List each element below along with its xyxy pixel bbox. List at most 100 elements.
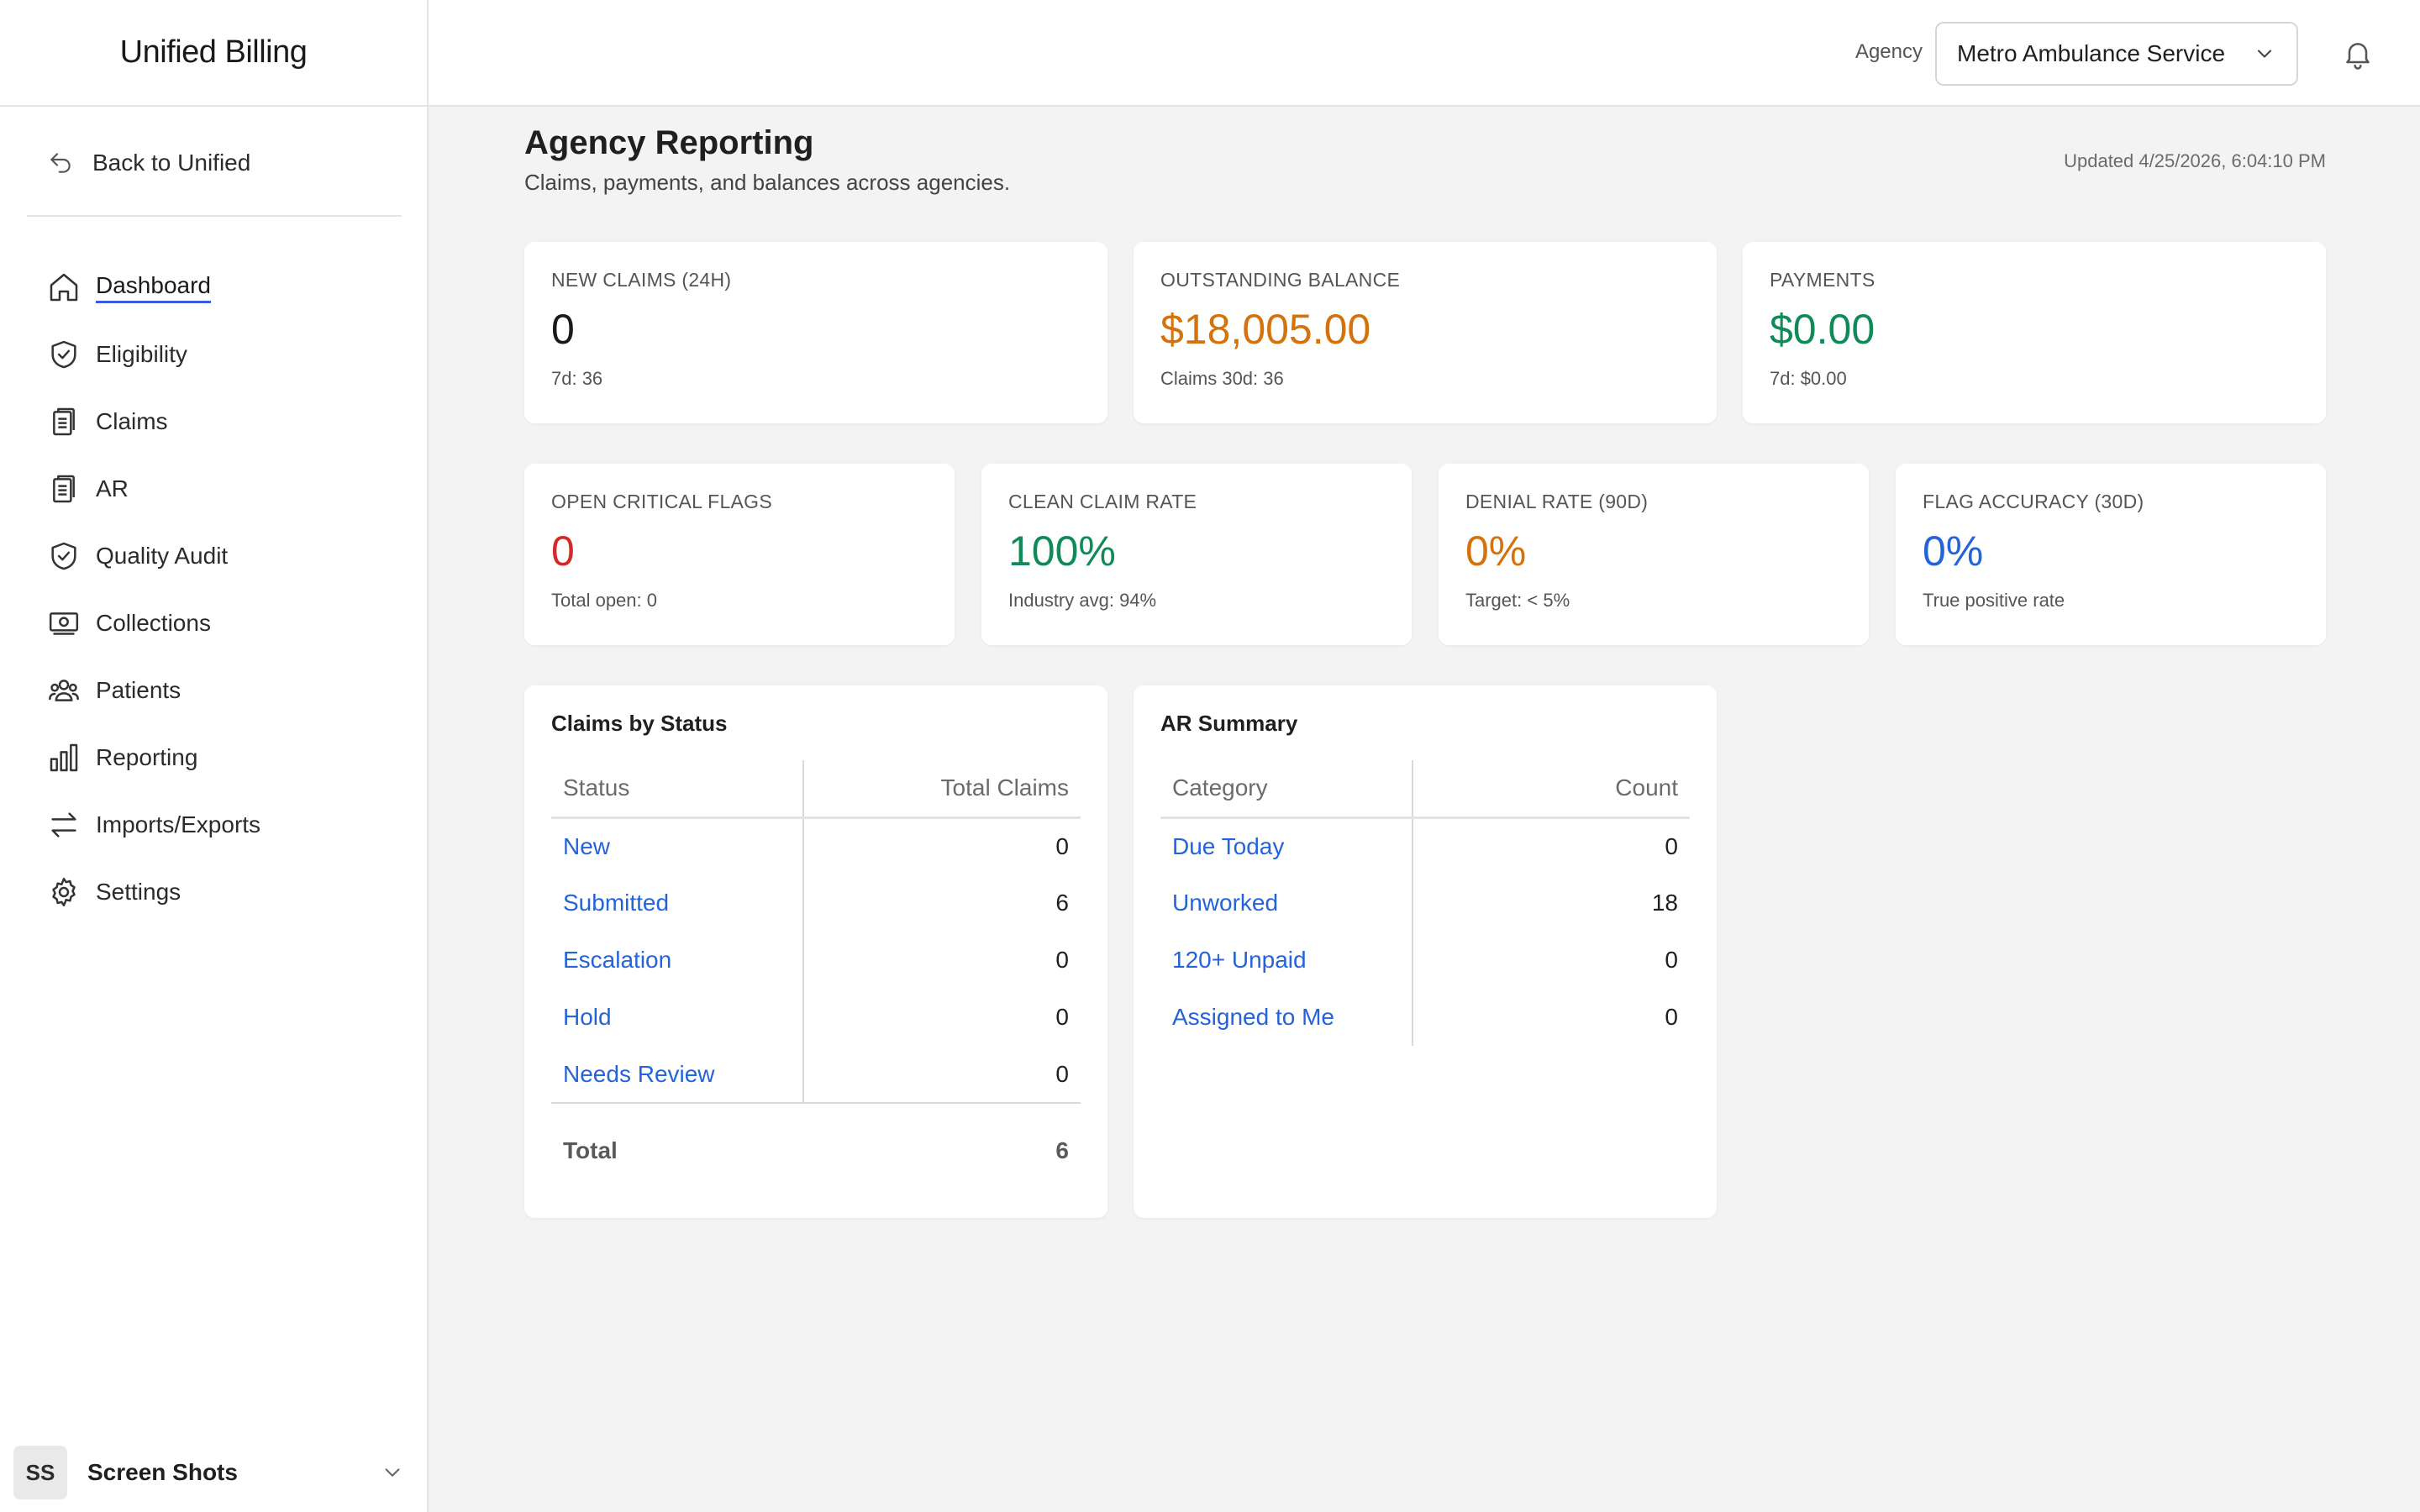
table-row: Escalation 0 bbox=[551, 932, 1081, 989]
money-icon bbox=[49, 612, 79, 635]
table-row: Assigned to Me 0 bbox=[1160, 989, 1690, 1046]
status-link-new[interactable]: New bbox=[551, 817, 804, 874]
kpi-card-payments: Payments $0.00 7d: $0.00 bbox=[1743, 242, 2326, 423]
kpi-card-flag-accuracy: Flag Accuracy (30d) 0% True positive rat… bbox=[1896, 464, 2326, 645]
status-link-escalation[interactable]: Escalation bbox=[551, 932, 804, 989]
sidebar-item-label: Imports/Exports bbox=[96, 811, 261, 837]
page-title: Agency Reporting bbox=[524, 124, 814, 161]
status-link-hold[interactable]: Hold bbox=[551, 989, 804, 1046]
table-row: Unworked 18 bbox=[1160, 874, 1690, 932]
agency-select[interactable]: Metro Ambulance Service bbox=[1935, 22, 2298, 86]
kpi-label: Denial Rate (90d) bbox=[1465, 491, 1649, 512]
ar-summary-table: Category Count Due Today 0 Unworked 18 1… bbox=[1160, 760, 1690, 1046]
kpi-value: 0% bbox=[1923, 528, 1984, 575]
kpi-value: $0.00 bbox=[1770, 306, 1876, 353]
sidebar-item-settings[interactable]: Settings bbox=[47, 858, 260, 926]
sidebar-item-quality-audit[interactable]: Quality Audit bbox=[47, 522, 260, 590]
total-label: Total bbox=[551, 1102, 803, 1185]
kpi-value: $18,005.00 bbox=[1160, 306, 1371, 353]
sidebar-item-eligibility[interactable]: Eligibility bbox=[47, 321, 260, 388]
claims-by-status-title: Claims by Status bbox=[551, 711, 728, 736]
ar-link-unworked[interactable]: Unworked bbox=[1160, 874, 1413, 932]
sidebar-item-ar[interactable]: AR bbox=[47, 455, 260, 522]
table-header-row: Status Total Claims bbox=[551, 760, 1081, 819]
kpi-value: 100% bbox=[1008, 528, 1116, 575]
ar-count: 18 bbox=[1651, 890, 1678, 916]
status-count: 0 bbox=[1055, 832, 1069, 859]
ar-link-due-today[interactable]: Due Today bbox=[1160, 817, 1413, 874]
sidebar-item-imports-exports[interactable]: Imports/Exports bbox=[47, 791, 260, 858]
kpi-subtext: Claims 30d: 36 bbox=[1160, 368, 1284, 389]
table-row: Due Today 0 bbox=[1160, 817, 1690, 874]
page-subtitle: Claims, payments, and balances across ag… bbox=[524, 170, 1011, 195]
column-header-count: Count bbox=[1413, 760, 1690, 819]
ar-link-120-unpaid[interactable]: 120+ Unpaid bbox=[1160, 932, 1413, 989]
table-total-row: Total 6 bbox=[551, 1102, 1081, 1185]
status-link-submitted[interactable]: Submitted bbox=[551, 874, 804, 932]
ar-summary-title: AR Summary bbox=[1160, 711, 1298, 736]
sidebar-item-label: Dashboard bbox=[96, 272, 211, 303]
kpi-subtext: True positive rate bbox=[1923, 590, 2065, 611]
sidebar-divider bbox=[27, 215, 402, 217]
clipboard-icon bbox=[53, 475, 75, 503]
sidebar-item-label: Eligibility bbox=[96, 341, 187, 367]
kpi-subtext: Total open: 0 bbox=[551, 590, 657, 611]
topbar: Agency Metro Ambulance Service bbox=[429, 0, 2420, 107]
back-arrow-icon bbox=[50, 153, 71, 173]
bar-chart-icon bbox=[50, 743, 78, 772]
chevron-down-icon bbox=[2257, 50, 2272, 58]
kpi-subtext: Target: < 5% bbox=[1465, 590, 1570, 611]
users-icon bbox=[49, 680, 79, 701]
sidebar-item-collections[interactable]: Collections bbox=[47, 590, 260, 657]
sidebar-nav: Dashboard Eligibility Claims AR Quality … bbox=[47, 254, 260, 926]
column-header-status: Status bbox=[551, 760, 804, 819]
kpi-label: Outstanding Balance bbox=[1160, 269, 1401, 291]
home-icon bbox=[50, 273, 78, 302]
kpi-card-open-critical-flags: Open Critical Flags 0 Total open: 0 bbox=[524, 464, 955, 645]
kpi-card-outstanding-balance: Outstanding Balance $18,005.00 Claims 30… bbox=[1134, 242, 1717, 423]
kpi-label: Flag Accuracy (30d) bbox=[1923, 491, 2144, 512]
table-row: 120+ Unpaid 0 bbox=[1160, 932, 1690, 989]
sidebar-item-label: Collections bbox=[96, 610, 211, 636]
sidebar-item-claims[interactable]: Claims bbox=[47, 388, 260, 455]
sidebar-item-label: Quality Audit bbox=[96, 543, 229, 569]
ar-count: 0 bbox=[1665, 1004, 1678, 1030]
sidebar-item-label: Patients bbox=[96, 677, 182, 703]
sidebar-item-patients[interactable]: Patients bbox=[47, 657, 260, 724]
column-header-total-claims: Total Claims bbox=[803, 760, 1081, 819]
ar-count: 0 bbox=[1665, 832, 1678, 859]
bell-icon[interactable] bbox=[2341, 37, 2375, 71]
arrows-swap-icon bbox=[51, 812, 76, 837]
kpi-value: 0% bbox=[1465, 528, 1527, 575]
kpi-label: Clean Claim Rate bbox=[1008, 491, 1197, 512]
updated-timestamp: Updated 4/25/2026, 6:04:10 PM bbox=[2064, 150, 2326, 171]
ar-summary-card: AR Summary Category Count Due Today 0 Un… bbox=[1134, 685, 1717, 1218]
sidebar-item-label: Reporting bbox=[96, 744, 198, 770]
sidebar-item-label: Settings bbox=[96, 879, 182, 905]
claims-by-status-card: Claims by Status Status Total Claims New… bbox=[524, 685, 1107, 1218]
status-count: 0 bbox=[1055, 1004, 1069, 1030]
brand-title: Unified Billing bbox=[0, 0, 427, 107]
kpi-label: Payments bbox=[1770, 269, 1876, 291]
sidebar-item-reporting[interactable]: Reporting bbox=[47, 724, 260, 791]
kpi-card-clean-claim-rate: Clean Claim Rate 100% Industry avg: 94% bbox=[981, 464, 1412, 645]
kpi-value: 0 bbox=[551, 528, 575, 575]
kpi-subtext: Industry avg: 94% bbox=[1008, 590, 1157, 611]
sidebar-item-label: Claims bbox=[96, 408, 168, 434]
gear-icon bbox=[52, 877, 76, 907]
back-to-unified-link[interactable]: Back to Unified bbox=[47, 144, 250, 181]
kpi-subtext: 7d: $0.00 bbox=[1770, 368, 1847, 389]
kpi-card-new-claims: New Claims (24h) 0 7d: 36 bbox=[524, 242, 1107, 423]
user-menu[interactable]: SS Screen Shots bbox=[13, 1445, 417, 1500]
sidebar-item-dashboard[interactable]: Dashboard bbox=[47, 254, 260, 321]
ar-link-assigned-to-me[interactable]: Assigned to Me bbox=[1160, 989, 1413, 1046]
status-count: 6 bbox=[1055, 890, 1069, 916]
sidebar: Unified Billing Back to Unified Dashboar… bbox=[0, 0, 429, 1512]
kpi-label: New Claims (24h) bbox=[551, 269, 732, 291]
table-row: Submitted 6 bbox=[551, 874, 1081, 932]
total-value: 6 bbox=[803, 1102, 1081, 1185]
table-row: New 0 bbox=[551, 817, 1081, 874]
status-link-needs-review[interactable]: Needs Review bbox=[551, 1046, 804, 1103]
ar-count: 0 bbox=[1665, 947, 1678, 973]
chevron-down-icon bbox=[385, 1468, 400, 1477]
